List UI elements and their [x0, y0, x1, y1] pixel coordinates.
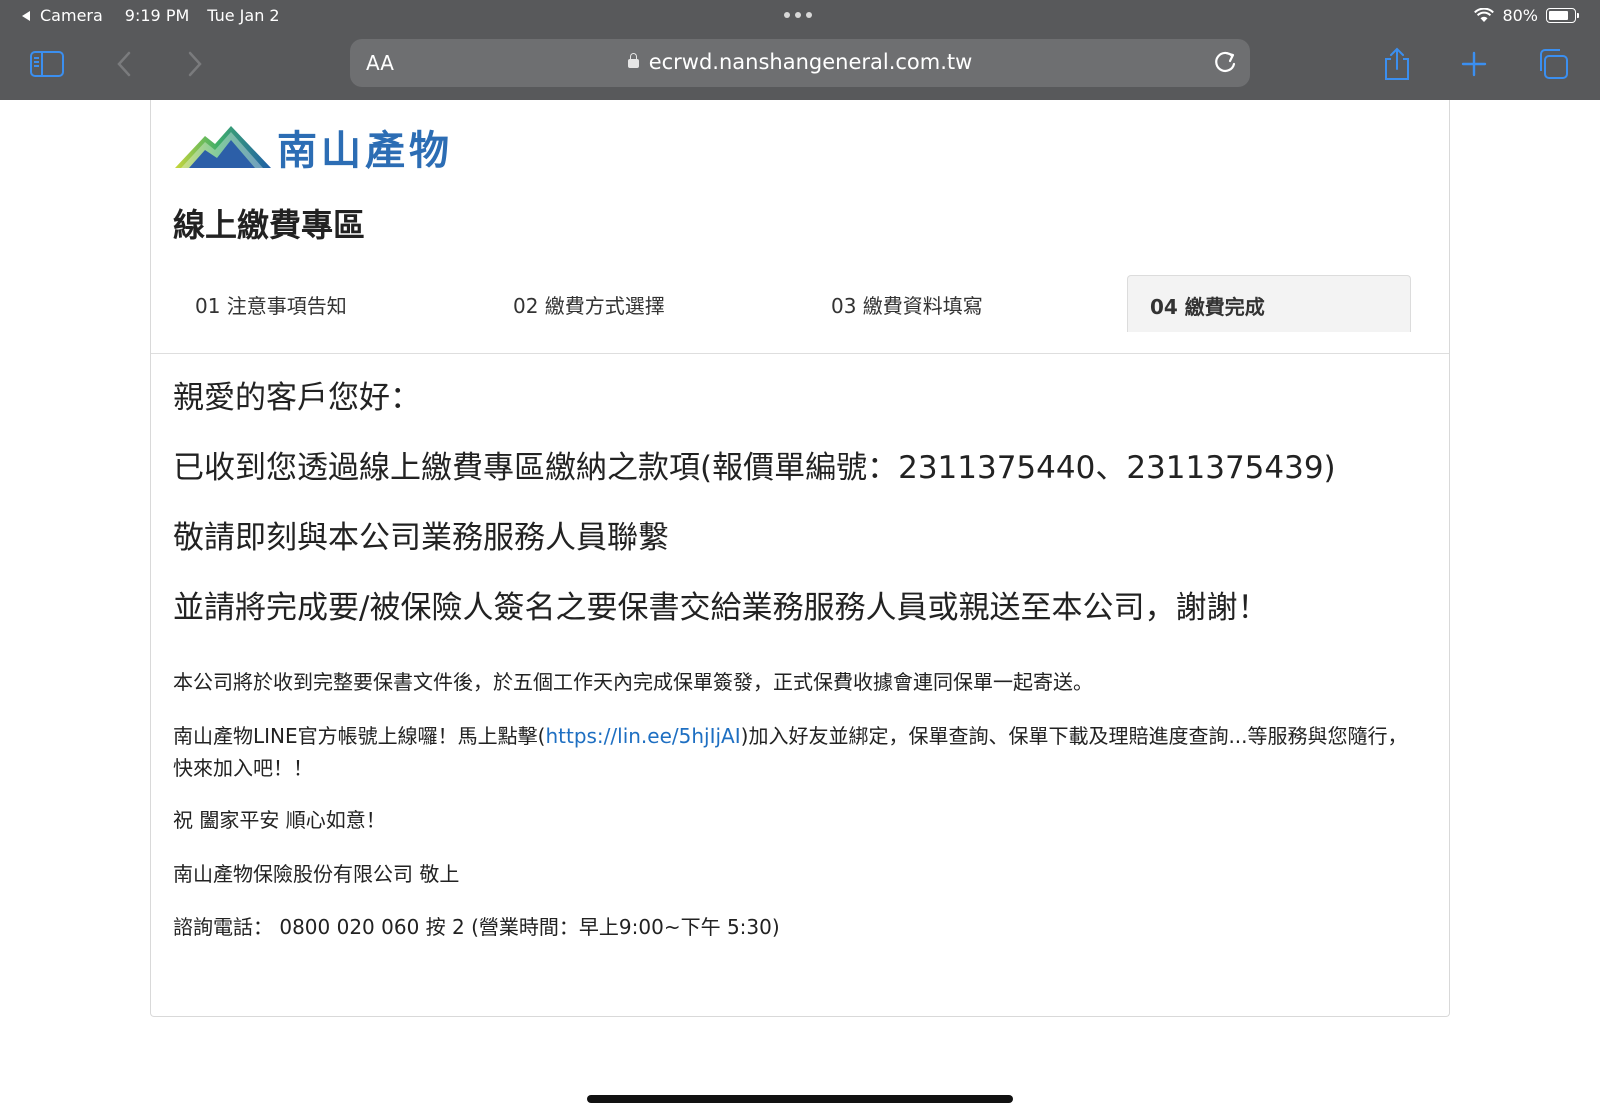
status-bar: Camera 9:19 PM Tue Jan 2 80%	[0, 0, 1600, 32]
reload-icon[interactable]	[1210, 47, 1240, 81]
back-icon[interactable]	[104, 44, 144, 84]
lock-icon	[627, 53, 639, 68]
page-title: 線上繳費專區	[173, 206, 366, 244]
back-to-app-icon[interactable]	[22, 10, 30, 21]
share-icon[interactable]	[1377, 44, 1417, 84]
battery-icon	[1546, 8, 1579, 23]
address-bar[interactable]: AA ecrwd.nanshangeneral.com.tw	[350, 39, 1250, 87]
step-tab-3: 03 繳費資料填寫	[831, 294, 983, 318]
step-tab-4-active: 04 繳費完成	[1127, 275, 1411, 332]
home-indicator[interactable]	[587, 1095, 1013, 1103]
line-promo-text-start: 南山產物LINE官方帳號上線囉！馬上點擊(	[173, 724, 546, 748]
status-date: Tue Jan 2	[207, 6, 280, 25]
back-app-label[interactable]: Camera	[40, 6, 103, 25]
issuance-note: 本公司將於收到完整要保書文件後，於五個工作天內完成保單簽發，正式保費收據會連同保…	[173, 670, 1093, 694]
received-payment-text: 已收到您透過線上繳費專區繳納之款項(報價單編號：2311375440、23113…	[173, 450, 1336, 486]
url-text[interactable]: ecrwd.nanshangeneral.com.tw	[649, 50, 973, 74]
wifi-icon	[1474, 8, 1495, 22]
divider	[151, 353, 1449, 354]
step-tab-1: 01 注意事項告知	[195, 294, 347, 318]
line-promo-note: 南山產物LINE官方帳號上線囉！馬上點擊(https://lin.ee/5hjI…	[173, 720, 1423, 784]
signature-instruction-text: 並請將完成要/被保險人簽名之要保書交給業務服務人員或親送至本公司，謝謝！	[173, 590, 1269, 626]
sidebar-icon[interactable]	[27, 44, 67, 84]
wish-text: 祝 闔家平安 順心如意！	[173, 808, 386, 832]
battery-percent: 80%	[1502, 6, 1538, 25]
logo-text: 南山產物	[277, 128, 453, 174]
step-tabs: 01 注意事項告知 02 繳費方式選擇 03 繳費資料填寫 04 繳費完成	[173, 275, 1431, 332]
step-tab-2: 02 繳費方式選擇	[513, 294, 665, 318]
tabs-icon[interactable]	[1533, 44, 1573, 84]
browser-chrome: Camera 9:19 PM Tue Jan 2 80% AA ecrwd.na…	[0, 0, 1600, 100]
company-signoff: 南山產物保險股份有限公司 敬上	[173, 862, 460, 886]
new-tab-icon[interactable]	[1454, 44, 1494, 84]
phone-info: 諮詢電話： 0800 020 060 按 2 (營業時間：早上9:00~下午 5…	[173, 915, 780, 939]
multitasking-dots-icon[interactable]	[784, 12, 812, 18]
status-time: 9:19 PM	[124, 6, 190, 25]
logo[interactable]: 南山產物	[175, 118, 453, 176]
forward-icon[interactable]	[175, 44, 215, 84]
line-official-link[interactable]: https://lin.ee/5hjIjAI	[545, 724, 740, 748]
greeting-text: 親愛的客戶您好：	[173, 380, 421, 416]
mountain-logo-icon	[175, 126, 271, 168]
contact-agent-text: 敬請即刻與本公司業務服務人員聯繫	[173, 520, 669, 556]
payment-card: 南山產物 線上繳費專區 01 注意事項告知 02 繳費方式選擇 03 繳費資料填…	[150, 100, 1450, 1017]
